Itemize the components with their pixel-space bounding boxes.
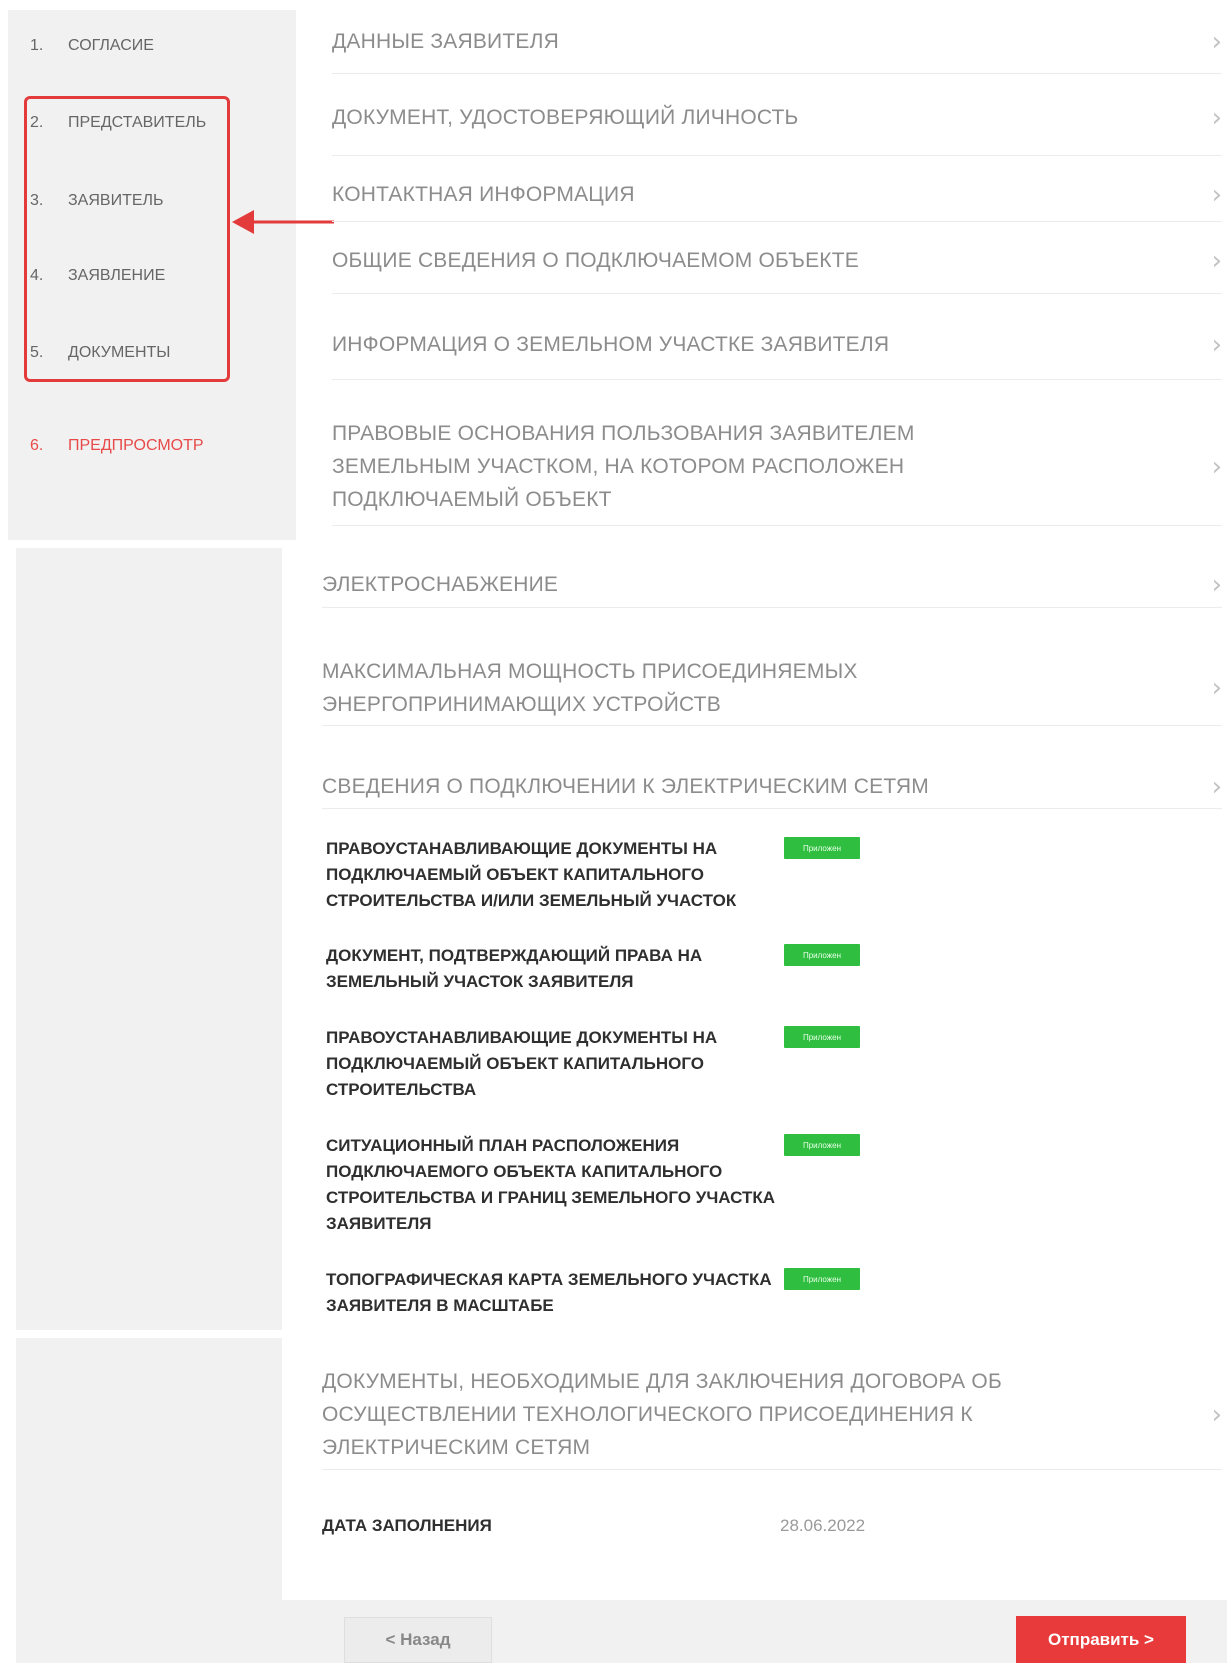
step-number: 1. [30,37,44,54]
document-title: СИТУАЦИОННЫЙ ПЛАН РАСПОЛОЖЕНИЯ ПОДКЛЮЧАЕ… [326,1136,776,1233]
section-title: МАКСИМАЛЬНАЯ МОЩНОСТЬ ПРИСОЕДИНЯЕМЫХ ЭНЕ… [322,659,858,716]
section-applicant-data[interactable]: ДАННЫЕ ЗАЯВИТЕЛЯ › [332,10,1222,74]
section-contact-info[interactable]: КОНТАКТНАЯ ИНФОРМАЦИЯ › [332,168,1222,222]
document-item: ПРАВОУСТАНАВЛИВАЮЩИЕ ДОКУМЕНТЫ НА ПОДКЛЮ… [326,836,866,914]
section-title: ПРАВОВЫЕ ОСНОВАНИЯ ПОЛЬЗОВАНИЯ ЗАЯВИТЕЛЕ… [332,422,915,511]
chevron-right-icon: › [1211,771,1222,802]
chevron-right-icon: › [1211,1399,1222,1430]
document-item: ПРАВОУСТАНАВЛИВАЮЩИЕ ДОКУМЕНТЫ НА ПОДКЛЮ… [326,1025,866,1103]
document-title: ДОКУМЕНТ, ПОДТВЕРЖДАЮЩИЙ ПРАВА НА ЗЕМЕЛЬ… [326,946,703,991]
section-identity-document[interactable]: ДОКУМЕНТ, УДОСТОВЕРЯЮЩИЙ ЛИЧНОСТЬ › [332,80,1222,156]
section-title: ОБЩИЕ СВЕДЕНИЯ О ПОДКЛЮЧАЕМОМ ОБЪЕКТЕ [332,249,859,272]
section-title: ДОКУМЕНТ, УДОСТОВЕРЯЮЩИЙ ЛИЧНОСТЬ [332,106,799,129]
attached-badge: Приложен [784,944,860,966]
section-legal-grounds[interactable]: ПРАВОВЫЕ ОСНОВАНИЯ ПОЛЬЗОВАНИЯ ЗАЯВИТЕЛЕ… [332,408,1222,526]
section-title: СВЕДЕНИЯ О ПОДКЛЮЧЕНИИ К ЭЛЕКТРИЧЕСКИМ С… [322,775,929,798]
section-title: ДОКУМЕНТЫ, НЕОБХОДИМЫЕ ДЛЯ ЗАКЛЮЧЕНИЯ ДО… [322,1370,1002,1459]
step-number: 6. [30,437,44,454]
chevron-right-icon: › [1211,672,1222,703]
section-grid-connection[interactable]: СВЕДЕНИЯ О ПОДКЛЮЧЕНИИ К ЭЛЕКТРИЧЕСКИМ С… [322,765,1222,809]
section-power-supply[interactable]: ЭЛЕКТРОСНАБЖЕНИЕ › [322,562,1222,608]
annotation-arrow-icon [232,210,334,234]
document-item: ДОКУМЕНТ, ПОДТВЕРЖДАЮЩИЙ ПРАВА НА ЗЕМЕЛЬ… [326,943,866,995]
section-title: ЭЛЕКТРОСНАБЖЕНИЕ [322,573,559,596]
section-contract-documents[interactable]: ДОКУМЕНТЫ, НЕОБХОДИМЫЕ ДЛЯ ЗАКЛЮЧЕНИЯ ДО… [322,1360,1222,1470]
section-title: ИНФОРМАЦИЯ О ЗЕМЕЛЬНОМ УЧАСТКЕ ЗАЯВИТЕЛЯ [332,333,890,356]
document-title: ТОПОГРАФИЧЕСКАЯ КАРТА ЗЕМЕЛЬНОГО УЧАСТКА… [326,1270,772,1315]
section-title: КОНТАКТНАЯ ИНФОРМАЦИЯ [332,183,635,206]
back-button[interactable]: < Назад [344,1617,492,1663]
annotation-highlight-box [24,96,230,382]
sidebar-panel-bottom [16,1338,282,1663]
chevron-right-icon: › [1211,179,1222,210]
chevron-right-icon: › [1211,26,1222,57]
document-title: ПРАВОУСТАНАВЛИВАЮЩИЕ ДОКУМЕНТЫ НА ПОДКЛЮ… [326,1028,718,1099]
step-consent[interactable]: 1. СОГЛАСИЕ [30,37,154,55]
send-button[interactable]: Отправить > [1016,1616,1186,1663]
chevron-right-icon: › [1211,102,1222,133]
fill-date-label: ДАТА ЗАПОЛНЕНИЯ [322,1516,492,1535]
sidebar-panel-middle [16,548,282,1330]
fill-date-value: 28.06.2022 [780,1516,866,1535]
chevron-right-icon: › [1211,451,1222,482]
attached-badge: Приложен [784,837,860,859]
chevron-right-icon: › [1211,245,1222,276]
attached-badge: Приложен [784,1268,860,1290]
document-item: СИТУАЦИОННЫЙ ПЛАН РАСПОЛОЖЕНИЯ ПОДКЛЮЧАЕ… [326,1133,866,1237]
step-label: ПРЕДПРОСМОТР [68,437,204,454]
section-max-power[interactable]: МАКСИМАЛЬНАЯ МОЩНОСТЬ ПРИСОЕДИНЯЕМЫХ ЭНЕ… [322,650,1222,726]
document-title: ПРАВОУСТАНАВЛИВАЮЩИЕ ДОКУМЕНТЫ НА ПОДКЛЮ… [326,839,737,910]
step-preview[interactable]: 6. ПРЕДПРОСМОТР [30,437,204,455]
section-object-general-info[interactable]: ОБЩИЕ СВЕДЕНИЯ О ПОДКЛЮЧАЕМОМ ОБЪЕКТЕ › [332,228,1222,294]
step-label: СОГЛАСИЕ [68,37,154,54]
attached-badge: Приложен [784,1134,860,1156]
chevron-right-icon: › [1211,329,1222,360]
section-land-plot-info[interactable]: ИНФОРМАЦИЯ О ЗЕМЕЛЬНОМ УЧАСТКЕ ЗАЯВИТЕЛЯ… [332,310,1222,380]
section-title: ДАННЫЕ ЗАЯВИТЕЛЯ [332,30,559,53]
chevron-right-icon: › [1211,569,1222,600]
document-item: ТОПОГРАФИЧЕСКАЯ КАРТА ЗЕМЕЛЬНОГО УЧАСТКА… [326,1267,866,1319]
attached-badge: Приложен [784,1026,860,1048]
